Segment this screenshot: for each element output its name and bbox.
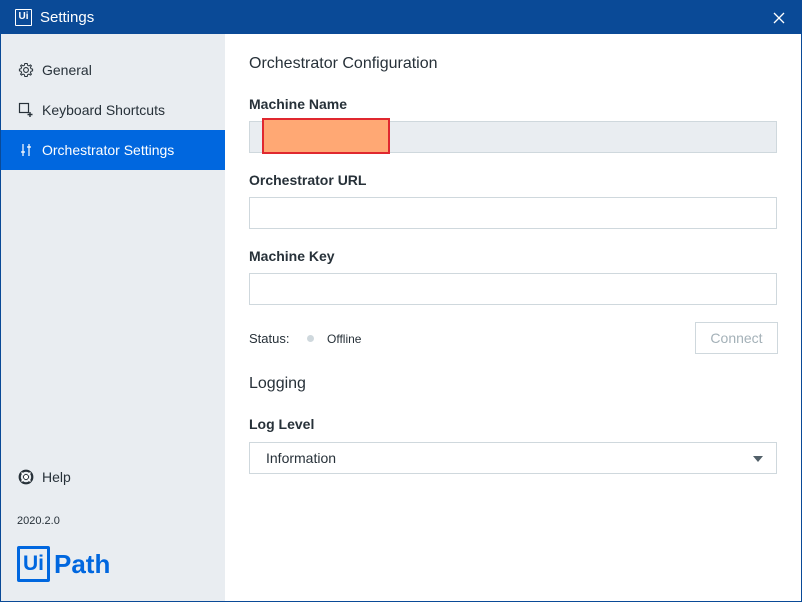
status-label: Status: <box>249 331 290 346</box>
logo-text: Path <box>54 548 111 579</box>
log-level-label: Log Level <box>249 416 315 432</box>
gear-icon <box>17 61 35 79</box>
close-button[interactable] <box>757 1 801 34</box>
status-value: Offline <box>327 332 362 346</box>
orchestrator-url-label: Orchestrator URL <box>249 172 367 188</box>
chevron-down-icon <box>753 456 763 462</box>
title-bar: Ui Settings <box>1 1 801 34</box>
sliders-icon <box>17 141 35 159</box>
version-text: 2020.2.0 <box>17 515 60 527</box>
settings-window: Ui Settings General Keyboard Shortcuts O… <box>0 0 802 602</box>
log-level-select[interactable]: Information <box>249 442 777 474</box>
connect-button[interactable]: Connect <box>695 322 778 354</box>
keyboard-shortcut-icon <box>17 101 35 119</box>
sidebar-item-keyboard-shortcuts[interactable]: Keyboard Shortcuts <box>1 90 225 130</box>
window-title: Settings <box>40 9 95 26</box>
uipath-app-icon: Ui <box>15 9 32 26</box>
uipath-logo: Ui Path <box>17 546 110 582</box>
logging-title: Logging <box>249 375 306 392</box>
help-link[interactable]: Help <box>17 468 71 486</box>
log-level-value: Information <box>266 450 337 466</box>
orchestrator-configuration-title: Orchestrator Configuration <box>249 55 438 72</box>
close-icon <box>773 12 785 23</box>
settings-main-panel: Orchestrator Configuration Machine Name … <box>225 34 801 601</box>
help-lifebuoy-icon <box>17 468 35 486</box>
sidebar-item-label: General <box>42 62 92 78</box>
machine-key-label: Machine Key <box>249 248 335 264</box>
orchestrator-url-field[interactable] <box>249 197 777 229</box>
machine-name-label: Machine Name <box>249 96 348 112</box>
sidebar-item-label: Orchestrator Settings <box>42 142 175 158</box>
sidebar-item-orchestrator-settings[interactable]: Orchestrator Settings <box>1 130 225 170</box>
sidebar: General Keyboard Shortcuts Orchestrator … <box>1 34 225 601</box>
sidebar-item-label: Keyboard Shortcuts <box>42 102 165 118</box>
redacted-region <box>262 118 390 154</box>
machine-key-field[interactable] <box>249 273 777 305</box>
status-indicator-icon <box>307 335 314 342</box>
help-label: Help <box>42 469 71 485</box>
logo-box: Ui <box>17 546 50 582</box>
sidebar-item-general[interactable]: General <box>1 50 225 90</box>
